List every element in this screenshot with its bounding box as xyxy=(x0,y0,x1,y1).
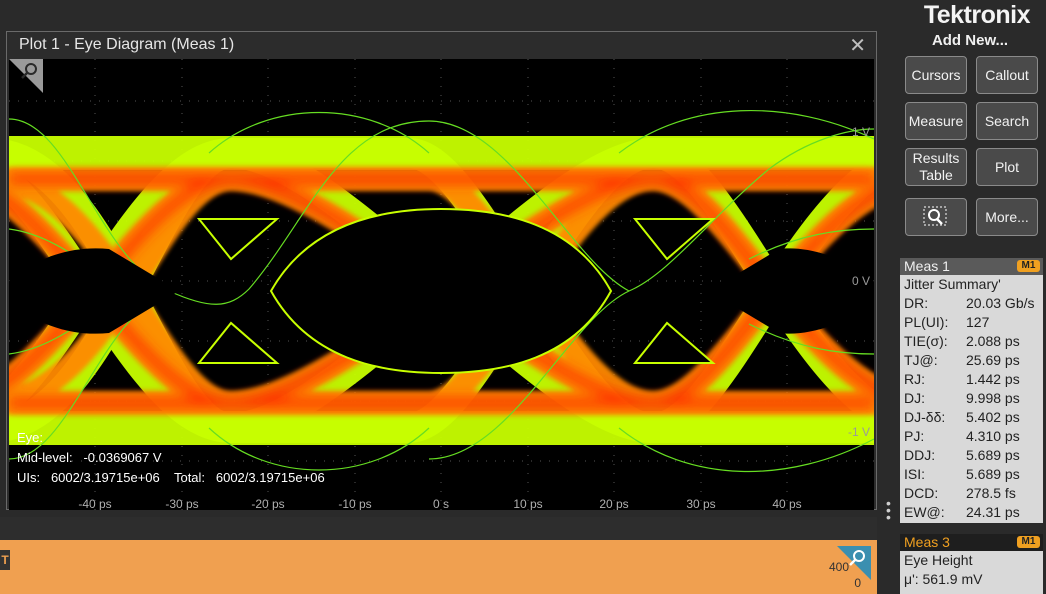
meas1-badge-panel[interactable]: Meas 1 M1 Jitter Summary' DR: 20.03 Gb/s … xyxy=(900,258,1043,523)
meas-row: ISI: 5.689 ps xyxy=(900,465,1043,484)
meas-value: 25.69 ps xyxy=(966,352,1020,368)
y-label-mid: 0 V xyxy=(851,274,870,288)
zoom-icon[interactable] xyxy=(9,59,43,93)
meas-value: 24.31 ps xyxy=(966,504,1020,520)
eye-label: Eye: xyxy=(17,430,44,445)
meas1-header: Meas 1 M1 xyxy=(900,258,1043,275)
meas-value: 5.402 ps xyxy=(966,409,1020,425)
meas-value: 278.5 fs xyxy=(966,485,1016,501)
meas-row: RJ: 1.442 ps xyxy=(900,370,1043,389)
resize-handle[interactable]: • • • xyxy=(886,496,891,524)
meas1-title: Meas 1 xyxy=(904,258,950,274)
x-tick-label: 30 ps xyxy=(686,497,716,510)
meas-row: DJ: 9.998 ps xyxy=(900,389,1043,408)
eye-diagram-graphic xyxy=(9,59,874,510)
meas-value: 2.088 ps xyxy=(966,333,1020,349)
meas-key: TIE(σ): xyxy=(904,333,948,349)
meas-key: DDJ: xyxy=(904,447,936,463)
x-tick-label: -30 ps xyxy=(165,497,199,510)
m1-badge: M1 xyxy=(1017,536,1040,548)
meas1-subtitle: Jitter Summary' xyxy=(900,275,1043,294)
meas3-subtitle: Eye Height xyxy=(900,551,1043,570)
meas-row: PL(UI): 127 xyxy=(900,313,1043,332)
cursors-button[interactable]: Cursors xyxy=(905,56,967,94)
meas-value: 5.689 ps xyxy=(966,466,1020,482)
meas-key: DJ-δδ: xyxy=(904,409,946,425)
x-tick-label: -40 ps xyxy=(78,497,112,510)
meas-row: DDJ: 5.689 ps xyxy=(900,446,1043,465)
meas3-header: Meas 3 M1 xyxy=(900,534,1043,551)
eye-diagram-area[interactable]: 1 V 0 V -1 V Eye: Mid-level: -0.0369067 … xyxy=(9,59,874,510)
m1-badge: M1 xyxy=(1017,260,1040,272)
meas-value: 127 xyxy=(966,314,990,330)
meas-key: ISI: xyxy=(904,466,926,482)
x-tick-label: 20 ps xyxy=(599,497,629,510)
meas3-value-row: μ': 561.9 mV xyxy=(900,570,1043,589)
meas-row: TIE(σ): 2.088 ps xyxy=(900,332,1043,351)
meas-value: 4.310 ps xyxy=(966,428,1020,444)
x-tick-label: 10 ps xyxy=(513,497,543,510)
plot-title: Plot 1 - Eye Diagram (Meas 1) xyxy=(19,36,235,53)
brand-logo: Tektronix xyxy=(923,1,1031,29)
eye-height-value: μ': 561.9 mV xyxy=(904,571,983,587)
meas-value: 20.03 Gb/s xyxy=(966,295,1035,311)
measure-button[interactable]: Measure xyxy=(905,102,967,140)
x-tick-label: 0 s xyxy=(432,497,450,510)
meas-key: RJ: xyxy=(904,371,925,387)
meas-key: EW@: xyxy=(904,504,945,520)
meas-key: DCD: xyxy=(904,485,939,501)
meas-row: EW@: 24.31 ps xyxy=(900,503,1043,522)
meas3-badge-panel[interactable]: Meas 3 M1 Eye Height μ': 561.9 mV xyxy=(900,534,1043,594)
right-sidebar: Add New... Cursors Callout Measure Searc… xyxy=(897,30,1046,594)
meas-key: PJ: xyxy=(904,428,925,444)
jitter-summary-label: Jitter Summary' xyxy=(904,276,1001,292)
top-bar: Tektronix xyxy=(0,0,1046,30)
results-table-button[interactable]: Results Table xyxy=(905,148,967,186)
meas3-title: Meas 3 xyxy=(904,534,950,550)
trigger-marker[interactable]: T xyxy=(0,550,10,570)
y-label-bottom: -1 V xyxy=(847,425,870,439)
search-button[interactable]: Search xyxy=(976,102,1038,140)
y-label-top: 1 V xyxy=(851,125,870,139)
callout-button[interactable]: Callout xyxy=(976,56,1038,94)
meas-value: 1.442 ps xyxy=(966,371,1020,387)
plot-window: Plot 1 - Eye Diagram (Meas 1) ✕ 1 V 0 V … xyxy=(6,31,877,510)
meas-key: TJ@: xyxy=(904,352,938,368)
plot-button[interactable]: Plot xyxy=(976,148,1038,186)
x-tick-label: -20 ps xyxy=(251,497,285,510)
mid-level-readout: Mid-level: -0.0369067 V xyxy=(17,450,162,465)
close-icon[interactable]: ✕ xyxy=(849,33,866,58)
zoom-button[interactable] xyxy=(905,198,967,236)
add-new-heading: Add New... xyxy=(931,32,1009,49)
zoom-icon[interactable] xyxy=(837,546,871,580)
meas-value: 9.998 ps xyxy=(966,390,1020,406)
waveform-trace[interactable]: T 400 0 xyxy=(0,540,877,594)
meas-key: DJ: xyxy=(904,390,925,406)
zoom-icon xyxy=(923,206,947,226)
meas-key: PL(UI): xyxy=(904,314,949,330)
meas-row: TJ@: 25.69 ps xyxy=(900,351,1043,370)
uis-readout: UIs: 6002/3.19715e+06 Total: 6002/3.1971… xyxy=(17,470,325,485)
meas-row: DCD: 278.5 fs xyxy=(900,484,1043,503)
meas-row: PJ: 4.310 ps xyxy=(900,427,1043,446)
meas-value: 5.689 ps xyxy=(966,447,1020,463)
x-tick-label: 40 ps xyxy=(772,497,802,510)
x-tick-label: -10 ps xyxy=(338,497,372,510)
meas-key: DR: xyxy=(904,295,929,311)
meas-row: DJ-δδ: 5.402 ps xyxy=(900,408,1043,427)
meas-row: DR: 20.03 Gb/s xyxy=(900,294,1043,313)
more-button[interactable]: More... xyxy=(976,198,1038,236)
eye-height-label: Eye Height xyxy=(904,552,973,568)
